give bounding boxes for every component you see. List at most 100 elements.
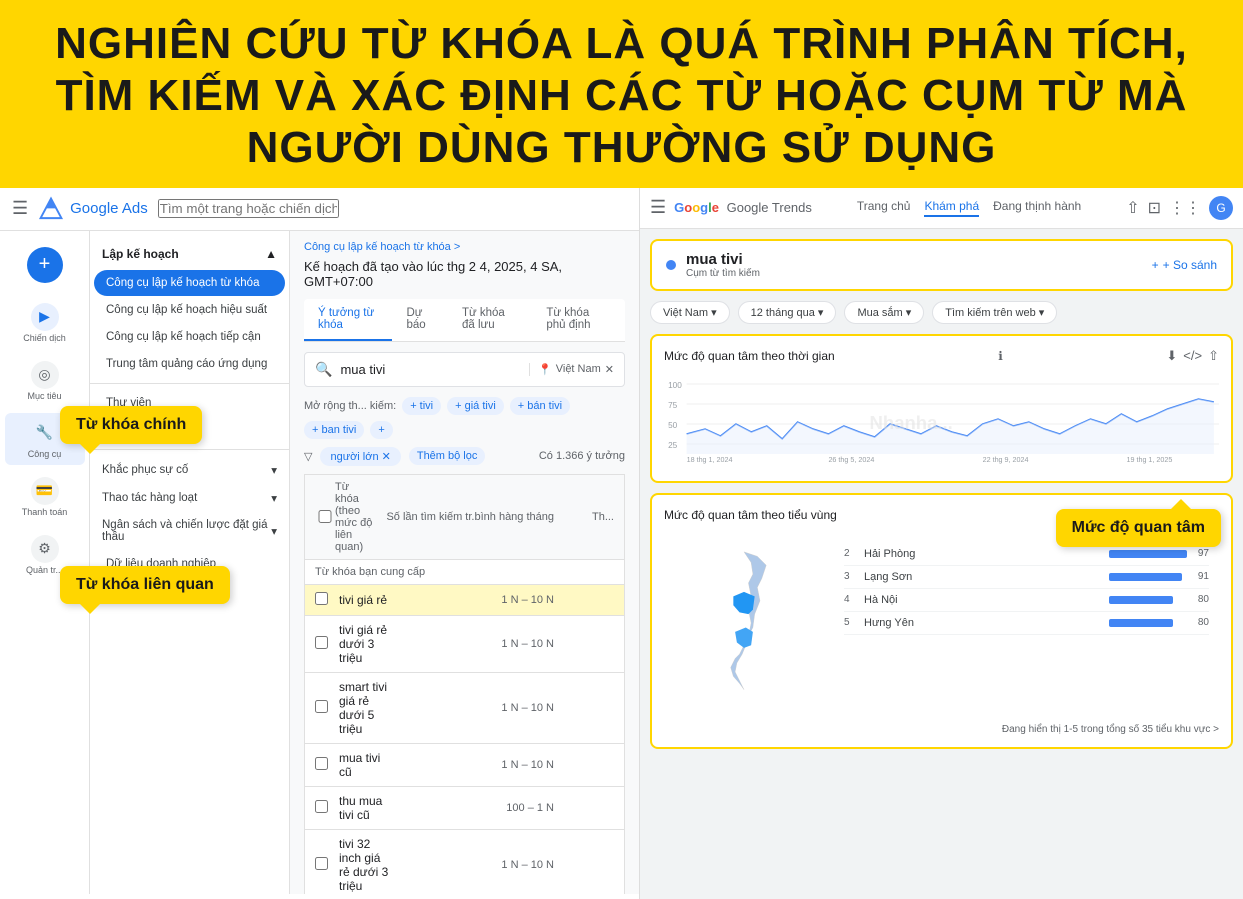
- embed-icon[interactable]: ⊡: [1148, 198, 1161, 218]
- filter-web-search[interactable]: Tìm kiếm trên web ▾: [932, 301, 1057, 324]
- tabs-bar: Ý tưởng từ khóa Dự báo Từ khóa đã lưu Từ…: [304, 299, 625, 342]
- nav-item-app-ads[interactable]: Trung tâm quảng cáo ứng dụng: [94, 351, 285, 377]
- ads-logo: Google Ads: [38, 196, 148, 222]
- nav-collapse-budget[interactable]: Ngân sách và chiến lược đặt giá thầu ▾: [90, 512, 289, 550]
- select-all-checkbox[interactable]: [315, 510, 335, 523]
- interest-value: 97: [1189, 548, 1209, 559]
- sidebar-item-campaigns[interactable]: ▶ Chiến dịch: [5, 297, 85, 349]
- sidebar-item-billing[interactable]: 💳 Thanh toán: [5, 471, 85, 523]
- tab-saved-keywords[interactable]: Từ khóa đã lưu: [448, 299, 532, 341]
- table-row[interactable]: tivi 32 inch giá rẻ dưới 3 triệu 1 N – 1…: [304, 830, 625, 894]
- interest-bar: [1109, 596, 1173, 604]
- map-container: [674, 543, 834, 708]
- trends-nav-trending[interactable]: Đang thịnh hành: [993, 199, 1081, 217]
- tab-forecast[interactable]: Dự báo: [392, 299, 448, 341]
- interest-value: 80: [1189, 594, 1209, 605]
- info-icon[interactable]: ℹ: [998, 349, 1003, 363]
- keyword-name: mua tivi cũ: [339, 751, 394, 779]
- add-filter-btn[interactable]: Thêm bộ lọc: [409, 447, 486, 465]
- row-checkbox[interactable]: [315, 757, 328, 770]
- hamburger-trends-icon[interactable]: ☰: [650, 197, 666, 218]
- ads-search-input[interactable]: [158, 199, 339, 218]
- table-row[interactable]: tivi giá rẻ dưới 3 triệu 1 N – 10 N: [304, 616, 625, 673]
- location-close-icon[interactable]: ✕: [605, 363, 614, 376]
- download-icon[interactable]: ⬇: [1166, 348, 1177, 364]
- compare-button[interactable]: + + So sánh: [1152, 258, 1217, 272]
- chip-ban-tivi-2[interactable]: + ban tivi: [304, 421, 364, 439]
- keyword-rows: tivi giá rẻ 1 N – 10 N tivi giá rẻ dưới …: [304, 585, 625, 894]
- search-icon: 🔍: [315, 361, 332, 378]
- interest-bar: [1109, 550, 1187, 558]
- google-ads-triangle-icon: [38, 196, 64, 222]
- account-icon[interactable]: G: [1209, 196, 1233, 220]
- main-content: ☰ Google Ads + ▶ Chiến dịch ◎: [0, 188, 1243, 899]
- location-badge: 📍 Việt Nam ✕: [529, 363, 614, 376]
- row-checkbox[interactable]: [315, 800, 328, 813]
- row-checkbox[interactable]: [315, 857, 328, 870]
- nav-collapse-icon: ▲: [265, 247, 277, 261]
- keyword-search-input[interactable]: [340, 362, 521, 377]
- row-checkbox[interactable]: [315, 636, 328, 649]
- search-volume: 1 N – 10 N: [394, 594, 554, 606]
- nav-collapse-fixes[interactable]: Khắc phục sự cố ▾: [90, 456, 289, 484]
- table-row[interactable]: smart tivi giá rẻ dưới 5 triệu 1 N – 10 …: [304, 673, 625, 744]
- billing-label: Thanh toán: [22, 507, 68, 517]
- nav-item-performance-planner[interactable]: Công cụ lập kế hoạch hiệu suất: [94, 297, 285, 323]
- nav-section-header[interactable]: Lập kế hoạch ▲: [90, 239, 289, 269]
- share-icon[interactable]: ⇧: [1126, 198, 1139, 218]
- chart-icons: ⬇ </> ⇧: [1166, 348, 1219, 364]
- interest-bar-container: [1109, 596, 1189, 604]
- row-checkbox[interactable]: [315, 592, 328, 605]
- page-title: Kế hoạch đã tạo vào lúc thg 2 4, 2025, 4…: [304, 259, 625, 289]
- nav-collapse-bulk[interactable]: Thao tác hàng loạt ▾: [90, 484, 289, 512]
- tab-keyword-ideas[interactable]: Ý tưởng từ khóa: [304, 299, 392, 341]
- row-checkbox[interactable]: [315, 700, 328, 713]
- nav-item-reach-planner[interactable]: Công cụ lập kế hoạch tiếp cận: [94, 324, 285, 350]
- hamburger-icon[interactable]: ☰: [12, 198, 28, 219]
- interest-name: Hải Phòng: [864, 548, 1109, 560]
- chevron-down-icon-3: ▾: [271, 524, 277, 538]
- interest-rank: 5: [844, 617, 864, 628]
- filter-shopping[interactable]: Mua sắm ▾: [844, 301, 924, 324]
- location-text: Việt Nam: [556, 363, 601, 375]
- create-button[interactable]: +: [27, 247, 63, 283]
- chart-title-time: Mức độ quan tâm theo thời gian: [664, 349, 835, 363]
- filter-12months[interactable]: 12 tháng qua ▾: [738, 301, 837, 324]
- breadcrumb[interactable]: Công cụ lập kế hoạch từ khóa >: [304, 241, 625, 253]
- table-row[interactable]: mua tivi cũ 1 N – 10 N: [304, 744, 625, 787]
- chip-gia-tivi[interactable]: + giá tivi: [447, 397, 504, 415]
- tab-negative-keywords[interactable]: Từ khóa phủ định: [532, 299, 625, 341]
- keyword-section-label: Từ khóa bạn cung cấp: [315, 566, 425, 578]
- chevron-down-icon: ▾: [271, 463, 277, 477]
- filters-row: Việt Nam ▾ 12 tháng qua ▾ Mua sắm ▾ Tìm …: [650, 301, 1233, 324]
- nav-item-keyword-planner[interactable]: Công cụ lập kế hoạch từ khóa: [94, 270, 285, 296]
- code-icon[interactable]: </>: [1183, 348, 1202, 364]
- svg-text:100: 100: [668, 381, 682, 390]
- filter-vietnam[interactable]: Việt Nam ▾: [650, 301, 730, 324]
- chip-ban-tivi[interactable]: + bán tivi: [510, 397, 570, 415]
- trends-nav: Trang chủ Khám phá Đang thịnh hành: [820, 199, 1118, 217]
- table-row[interactable]: tivi giá rẻ 1 N – 10 N: [304, 585, 625, 616]
- ads-content: Công cụ lập kế hoạch từ khóa > Kế hoạch …: [290, 231, 639, 894]
- trends-body: mua tivi Cụm từ tìm kiếm + + So sánh Việ…: [640, 229, 1243, 899]
- share-chart-icon[interactable]: ⇧: [1208, 348, 1219, 364]
- table-row[interactable]: thu mua tivi cũ 100 – 1 N: [304, 787, 625, 830]
- grid-icon[interactable]: ⋮⋮: [1169, 198, 1201, 218]
- sidebar-item-goals[interactable]: ◎ Mục tiêu: [5, 355, 85, 407]
- section-footer[interactable]: Đang hiển thị 1-5 trong tổng số 35 tiểu …: [664, 724, 1219, 735]
- nav-divider-2: [90, 449, 289, 450]
- ads-inner: Lập kế hoạch ▲ Công cụ lập kế hoạch từ k…: [90, 231, 639, 894]
- interest-rank: 4: [844, 594, 864, 605]
- keyword-section-header: Từ khóa bạn cung cấp: [304, 560, 625, 585]
- trends-nav-explore[interactable]: Khám phá: [924, 199, 979, 217]
- svg-text:19 thg 1, 2025: 19 thg 1, 2025: [1127, 456, 1173, 464]
- filter-chip-people[interactable]: người lớn ✕: [320, 447, 400, 466]
- filter-row: ▽ người lớn ✕ Thêm bộ lọc Có 1.366 ý tưở…: [304, 447, 625, 466]
- trends-icons: ⇧ ⊡ ⋮⋮ G: [1126, 196, 1233, 220]
- chip-tivi[interactable]: + tivi: [402, 397, 441, 415]
- list-item: 4 Hà Nội 80: [844, 589, 1209, 612]
- campaigns-icon: ▶: [31, 303, 59, 331]
- google-ads-panel: ☰ Google Ads + ▶ Chiến dịch ◎: [0, 188, 640, 899]
- chip-more[interactable]: +: [370, 421, 392, 439]
- trends-nav-home[interactable]: Trang chủ: [857, 199, 911, 217]
